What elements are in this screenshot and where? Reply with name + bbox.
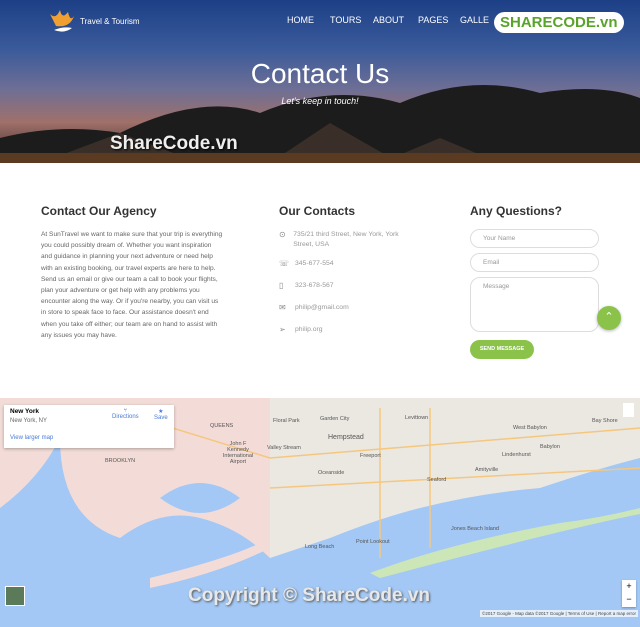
mail-icon: ✉ bbox=[279, 303, 286, 312]
send-message-button[interactable]: SEND MESSAGE bbox=[470, 340, 534, 359]
mobile-icon: ▯ bbox=[279, 281, 284, 290]
zoom-in-button[interactable]: + bbox=[622, 580, 636, 593]
page-subtitle: Let's keep in touch! bbox=[281, 96, 359, 106]
watermark-badge: SHARECODE.vn bbox=[494, 12, 624, 33]
scroll-top-button[interactable]: ⌃ bbox=[597, 306, 621, 330]
chevron-up-icon: ⌃ bbox=[604, 311, 614, 323]
message-textarea[interactable]: Message bbox=[470, 277, 599, 332]
agency-text: At SunTravel we want to make sure that y… bbox=[41, 231, 223, 339]
contact-website[interactable]: ➢ philip.org bbox=[279, 325, 323, 335]
send-icon: ➢ bbox=[279, 325, 286, 334]
view-larger-map-link[interactable]: View larger map bbox=[10, 435, 53, 441]
nav-about[interactable]: ABOUT bbox=[373, 15, 404, 25]
map-place-card: New York New York, NY View larger map ⑂ D… bbox=[4, 405, 174, 448]
contacts-heading: Our Contacts bbox=[279, 204, 356, 218]
zoom-controls: + − bbox=[622, 580, 636, 607]
zoom-out-button[interactable]: − bbox=[622, 593, 636, 606]
pegman-icon[interactable] bbox=[623, 403, 634, 417]
hero-banner: Travel & Tourism HOME TOURS ABOUT PAGES … bbox=[0, 0, 640, 163]
watermark: ShareCode.vn bbox=[110, 133, 238, 154]
form-heading: Any Questions? bbox=[470, 204, 563, 218]
phone-icon: ☏ bbox=[279, 259, 290, 268]
page-title: Contact Us bbox=[250, 58, 390, 89]
email-input[interactable]: Email bbox=[470, 253, 599, 272]
location-icon: ⊙ bbox=[279, 230, 286, 239]
nav-home[interactable]: HOME bbox=[287, 15, 314, 25]
satellite-toggle[interactable] bbox=[5, 586, 25, 606]
nav-gallery[interactable]: GALLE bbox=[460, 15, 489, 25]
map-attribution[interactable]: ©2017 Google - Map data ©2017 Google | T… bbox=[480, 610, 638, 617]
star-icon: ★ bbox=[158, 409, 164, 415]
contact-phone: ☏ 345-677-554 bbox=[279, 259, 334, 268]
name-input[interactable]: Your Name bbox=[470, 229, 599, 248]
directions-button[interactable]: ⑂ Directions bbox=[112, 408, 139, 420]
watermark-copyright: Copyright © ShareCode.vn bbox=[188, 585, 431, 606]
nav-tours[interactable]: TOURS bbox=[330, 15, 361, 25]
nav-pages[interactable]: PAGES bbox=[418, 15, 448, 25]
save-button[interactable]: ★ Save bbox=[154, 408, 168, 421]
agency-heading: Contact Our Agency bbox=[41, 204, 157, 218]
contact-email[interactable]: ✉ philip@gmail.com bbox=[279, 303, 349, 313]
contact-address: ⊙ 735/21 third Street, New York, York Str… bbox=[279, 230, 399, 248]
contact-mobile: ▯ 323-678-567 bbox=[279, 281, 334, 290]
